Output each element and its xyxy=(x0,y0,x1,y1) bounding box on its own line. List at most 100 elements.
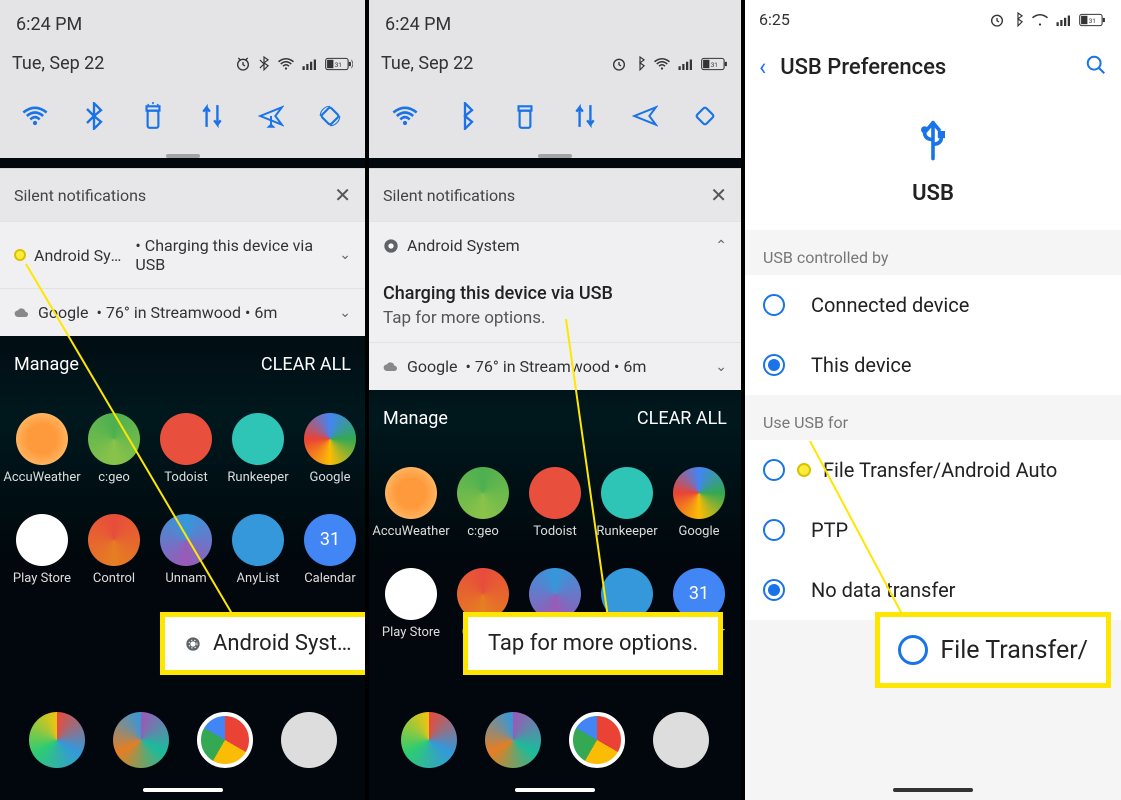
app-anylist[interactable]: AnyList xyxy=(224,514,292,587)
page-title: USB Preferences xyxy=(780,55,946,80)
flashlight-tile[interactable] xyxy=(135,98,171,134)
back-arrow-icon[interactable]: ‹ xyxy=(759,53,766,81)
chevron-down-icon[interactable]: ⌄ xyxy=(339,247,351,263)
radio-file-transfer[interactable]: File Transfer/Android Auto xyxy=(745,440,1121,500)
silent-header: Silent notifications ✕ xyxy=(369,168,741,221)
status-time: 6:25 xyxy=(759,10,790,29)
bluetooth-tile[interactable] xyxy=(447,98,483,134)
app-accuweather[interactable]: AccuWeather xyxy=(8,413,76,486)
signal-icon xyxy=(301,57,319,71)
app-todoist[interactable]: Todoist xyxy=(152,413,220,486)
dock-folder-1[interactable] xyxy=(401,712,457,768)
shade-drag-handle[interactable] xyxy=(166,154,200,158)
status-row: Tue, Sep 22 31 xyxy=(0,43,365,74)
app-runkeeper[interactable]: Runkeeper xyxy=(224,413,292,486)
app-google[interactable]: Google xyxy=(665,467,733,540)
radio-label: PTP xyxy=(811,518,848,542)
app-google[interactable]: Google xyxy=(296,413,364,486)
notif-sub-text: Tap for more options. xyxy=(383,308,546,328)
shade-footer: Manage CLEAR ALL xyxy=(0,336,365,393)
radio-icon xyxy=(898,635,928,665)
app-runkeeper[interactable]: Runkeeper xyxy=(593,467,661,540)
usb-icon xyxy=(914,113,952,161)
status-bar-icons: 31 xyxy=(611,56,729,72)
dock-folder-2[interactable] xyxy=(113,712,169,768)
gesture-nav-pill[interactable] xyxy=(515,788,595,792)
airplane-tile[interactable] xyxy=(627,98,663,134)
manage-button[interactable]: Manage xyxy=(14,354,79,375)
radio-ptp[interactable]: PTP xyxy=(745,500,1121,560)
bluetooth-icon xyxy=(633,56,647,72)
gesture-nav-pill[interactable] xyxy=(143,788,223,792)
airplane-tile[interactable] xyxy=(253,98,289,134)
radio-connected-device[interactable]: Connected device xyxy=(745,275,1121,335)
radio-label: File Transfer/Android Auto xyxy=(823,458,1057,482)
settings-gear-icon xyxy=(383,238,399,254)
app-control[interactable]: Control xyxy=(80,514,148,587)
bluetooth-tile[interactable] xyxy=(76,98,112,134)
silent-label: Silent notifications xyxy=(383,186,515,205)
page-header: ‹ USB Preferences xyxy=(745,39,1121,97)
chevron-down-icon[interactable]: ⌄ xyxy=(715,359,727,375)
cloud-icon xyxy=(14,305,30,321)
app-playstore[interactable]: Play Store xyxy=(8,514,76,587)
flashlight-tile[interactable] xyxy=(507,98,543,134)
wifi-tile[interactable] xyxy=(387,98,423,134)
svg-text:31: 31 xyxy=(335,60,342,68)
dock-camera[interactable] xyxy=(653,712,709,768)
radio-icon xyxy=(763,354,785,376)
clear-all-button[interactable]: CLEAR ALL xyxy=(261,354,351,375)
notif-expanded-title[interactable]: Charging this device via USB xyxy=(369,269,741,304)
wifi-icon xyxy=(277,57,295,71)
quick-settings-tiles xyxy=(369,74,741,154)
alarm-icon xyxy=(611,56,627,72)
radio-icon xyxy=(763,519,785,541)
notif-expanded-subtitle[interactable]: Tap for more options. xyxy=(369,304,741,342)
dock-camera[interactable] xyxy=(281,712,337,768)
usb-hero-label: USB xyxy=(745,181,1121,206)
status-date: Tue, Sep 22 xyxy=(12,53,104,74)
wifi-tile[interactable] xyxy=(17,98,53,134)
app-todoist[interactable]: Todoist xyxy=(521,467,589,540)
data-tile[interactable] xyxy=(567,98,603,134)
chevron-down-icon[interactable]: ⌄ xyxy=(339,305,351,321)
data-tile[interactable] xyxy=(194,98,230,134)
status-time: 6:24 PM xyxy=(0,0,365,43)
dock-folder-1[interactable] xyxy=(29,712,85,768)
callout-file-transfer: File Transfer/ xyxy=(875,612,1111,688)
gesture-nav-pill[interactable] xyxy=(893,788,973,792)
rotation-tile[interactable] xyxy=(687,98,723,134)
status-date: Tue, Sep 22 xyxy=(381,53,473,74)
section-usb-controlled-by: USB controlled by xyxy=(745,230,1121,275)
app-accuweather[interactable]: AccuWeather xyxy=(377,467,445,540)
dock-chrome[interactable] xyxy=(569,712,625,768)
notif-text: • 76° in Streamwood • 6m xyxy=(466,357,647,376)
android-system-notification[interactable]: Android Syst… • Charging this device via… xyxy=(0,221,365,288)
shade-drag-handle[interactable] xyxy=(538,154,572,158)
app-cgeo[interactable]: c:geo xyxy=(449,467,517,540)
notif-text: • 76° in Streamwood • 6m xyxy=(97,303,278,322)
panel-2-notification-expanded: 6:24 PM Tue, Sep 22 31 xyxy=(369,0,745,800)
clear-all-button[interactable]: CLEAR ALL xyxy=(637,408,727,429)
dock-folder-2[interactable] xyxy=(485,712,541,768)
search-icon[interactable] xyxy=(1085,54,1107,80)
svg-text:31: 31 xyxy=(711,60,718,68)
manage-button[interactable]: Manage xyxy=(383,408,448,429)
signal-icon xyxy=(1055,13,1073,27)
close-icon[interactable]: ✕ xyxy=(334,183,351,207)
home-screen-apps: AccuWeather c:geo Todoist Runkeeper Goog… xyxy=(0,393,365,587)
notif-app-label: Google xyxy=(407,357,458,376)
close-icon[interactable]: ✕ xyxy=(710,183,727,207)
radio-no-data-transfer[interactable]: No data transfer xyxy=(745,560,1121,620)
status-time: 6:24 PM xyxy=(369,0,741,43)
google-weather-notification[interactable]: Google • 76° in Streamwood • 6m ⌄ xyxy=(369,342,741,390)
rotation-tile[interactable] xyxy=(312,98,348,134)
app-calendar[interactable]: 31Calendar xyxy=(296,514,364,587)
battery-icon: 31 xyxy=(1079,13,1107,27)
dock-chrome[interactable] xyxy=(197,712,253,768)
app-playstore[interactable]: Play Store xyxy=(377,568,445,641)
app-cgeo[interactable]: c:geo xyxy=(80,413,148,486)
radio-this-device[interactable]: This device xyxy=(745,335,1121,395)
android-system-notification-header[interactable]: Android System ⌃ xyxy=(369,221,741,269)
chevron-up-icon[interactable]: ⌃ xyxy=(715,238,727,254)
